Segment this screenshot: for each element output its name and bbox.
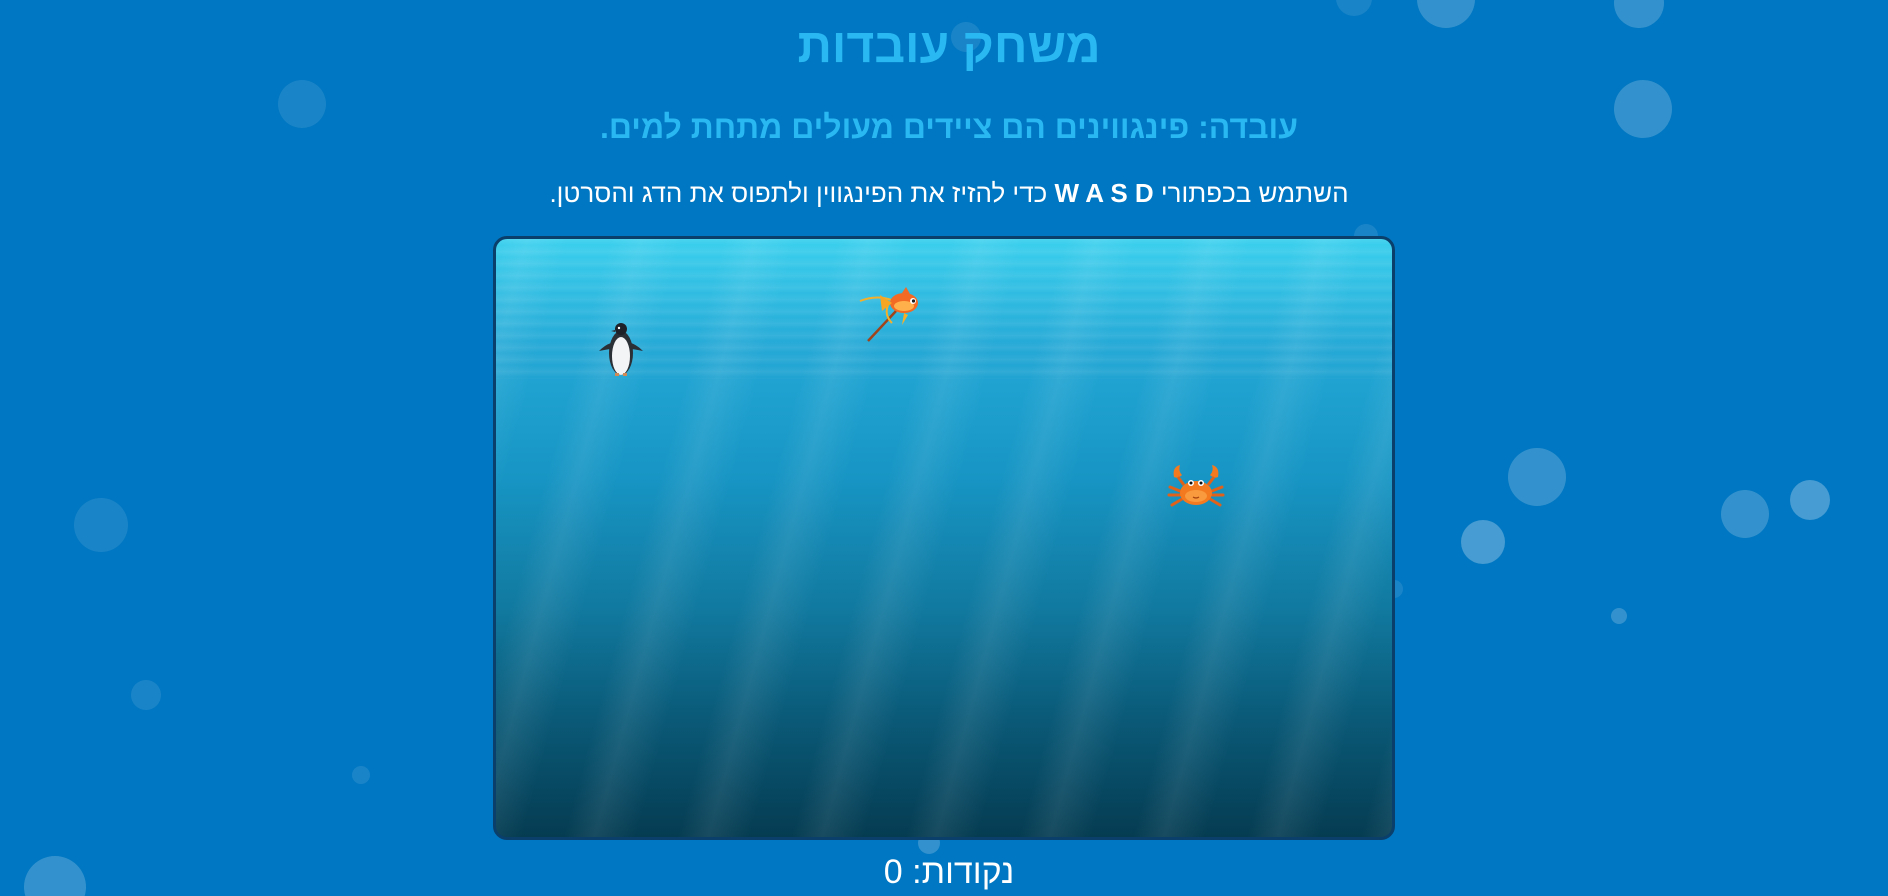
- background-bubble: [1611, 608, 1627, 624]
- control-keys: W A S D: [1054, 178, 1154, 208]
- score-value: 0: [883, 853, 903, 891]
- background-bubble: [74, 498, 128, 552]
- background-bubble: [352, 766, 370, 784]
- score-display: נקודות: 0: [0, 850, 1888, 894]
- game-canvas[interactable]: [493, 236, 1395, 840]
- fact-label: עובדה:: [1198, 109, 1298, 145]
- page-title: משחק עובדות: [797, 20, 1101, 73]
- background-bubble: [131, 680, 161, 710]
- fact-text: עובדה: פינגווינים הם ציידים מעולים מתחת …: [0, 106, 1888, 148]
- background-bubble: [1721, 490, 1769, 538]
- penguin-icon: [599, 323, 643, 376]
- fish-icon: [859, 287, 918, 342]
- page: משחק עובדות עובדה: פינגווינים הם ציידים …: [0, 0, 1888, 896]
- background-bubble: [1336, 0, 1372, 16]
- background-bubble: [1461, 520, 1505, 564]
- crab-icon: [1167, 465, 1225, 507]
- background-bubble: [1508, 448, 1566, 506]
- background-bubble: [1790, 480, 1830, 520]
- fact-body: פינגווינים הם ציידים מעולים מתחת למים.: [600, 109, 1190, 145]
- score-label: נקודות:: [912, 853, 1015, 891]
- instructions-prefix: השתמש בכפתורי: [1160, 178, 1349, 208]
- instructions-suffix: כדי להזיז את הפינגווין ולתפוס את הדג והס…: [549, 178, 1048, 208]
- instructions: השתמש בכפתורי W A S D כדי להזיז את הפינג…: [0, 176, 1888, 210]
